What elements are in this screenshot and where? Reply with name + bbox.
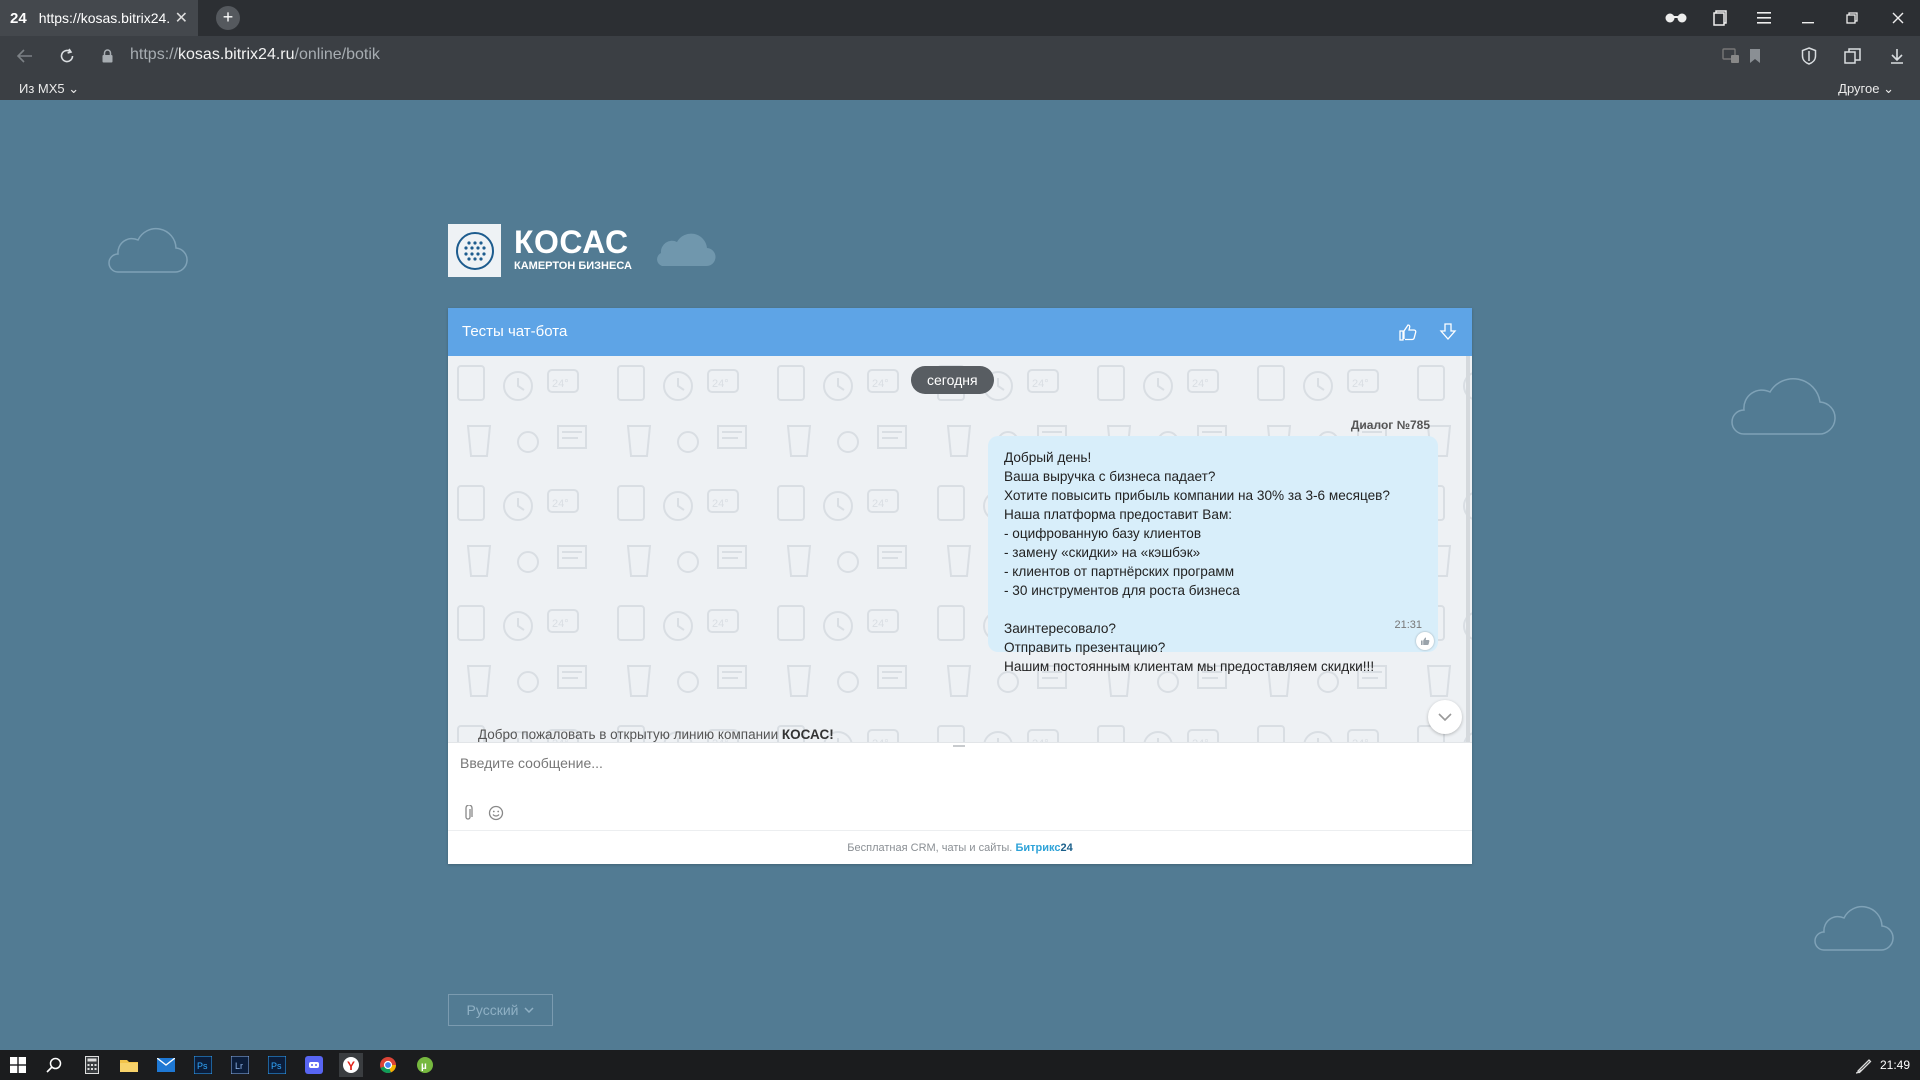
restore-icon[interactable] — [1830, 0, 1874, 36]
file-explorer-icon[interactable] — [117, 1053, 141, 1077]
footer-text: Бесплатная CRM, чаты и сайты. — [847, 842, 1013, 854]
address-bar: https://kosas.bitrix24.ru/online/botik — [0, 36, 1920, 76]
search-icon[interactable] — [42, 1053, 66, 1077]
like-reaction-icon[interactable] — [1416, 632, 1434, 650]
pen-icon[interactable] — [1852, 1053, 1876, 1077]
message-composer — [448, 742, 1472, 830]
chevron-down-icon: ⌄ — [1883, 81, 1894, 96]
reload-icon[interactable] — [54, 44, 80, 68]
resize-grip[interactable] — [953, 745, 965, 747]
lightroom-icon[interactable]: Lr — [228, 1053, 252, 1077]
message-bubble[interactable]: Добрый день! Ваша выручка с бизнеса падае… — [988, 436, 1438, 674]
scroll-down-button[interactable] — [1428, 700, 1462, 734]
browser-tab[interactable]: 24 https://kosas.bitrix24.ru/ ✕ — [0, 0, 198, 36]
chevron-down-icon: ⌄ — [68, 81, 80, 96]
cloud-filled-icon — [657, 233, 716, 267]
message-line: - 30 инструментов для роста бизнеса — [1004, 583, 1240, 598]
message-line: Заинтересовало? — [1004, 621, 1116, 636]
message-line: - замену «скидки» на «кэшбэк» — [1004, 545, 1201, 560]
minimize-icon[interactable] — [1786, 0, 1830, 36]
bookmark-folder-mx5[interactable]: Из МХ5 ⌄ — [19, 81, 79, 97]
svg-text:Y: Y — [347, 1059, 355, 1073]
cloud-outline-icon — [108, 227, 188, 273]
brand-name: КОСАС — [514, 224, 629, 260]
paperclip-icon[interactable] — [458, 803, 478, 823]
brand-tagline: КАМЕРТОН БИЗНЕСА — [514, 260, 632, 272]
thumbs-up-icon[interactable] — [1396, 320, 1420, 344]
message-line: - оцифрованную базу клиентов — [1004, 526, 1202, 541]
message-line: Хотите повысить прибыль компании на 30% … — [1004, 488, 1390, 503]
collections-icon[interactable] — [1840, 44, 1866, 68]
svg-text:Ps: Ps — [271, 1061, 282, 1071]
system-clock: 21:49 — [1879, 1058, 1910, 1072]
svg-text:µ: µ — [421, 1061, 427, 1072]
message-line: Наша платформа предоставит Вам: — [1004, 507, 1233, 522]
message-line: - клиентов от партнёрских программ — [1004, 564, 1235, 579]
message-time: 21:31 — [1394, 619, 1422, 631]
chevron-down-icon — [524, 1007, 534, 1013]
message-line: Отправить презентацию? — [1004, 640, 1166, 655]
dialog-number: Диалог №785 — [1350, 418, 1430, 432]
messages-scrollbar[interactable] — [1466, 356, 1470, 742]
chrome-icon[interactable] — [376, 1053, 400, 1077]
calculator-icon[interactable] — [80, 1053, 104, 1077]
tuning-fork-logo-icon — [455, 231, 494, 270]
message-line — [1004, 600, 1422, 619]
date-divider: сегодня — [911, 366, 994, 394]
protect-badge-icon[interactable] — [1718, 44, 1744, 68]
photoshop-alt-icon[interactable]: Ps — [265, 1053, 289, 1077]
bookmark-tabs-icon[interactable] — [1698, 0, 1742, 36]
new-tab-button[interactable]: + — [216, 6, 240, 30]
browser-tab-bar: 24 https://kosas.bitrix24.ru/ ✕ + — [0, 0, 1920, 36]
cloud-outline-icon — [1814, 905, 1894, 951]
message-line: Добрый день! — [1004, 450, 1092, 465]
lock-icon[interactable] — [94, 44, 120, 68]
bitrix24-link[interactable]: Битрикс24 — [1015, 842, 1072, 854]
language-select[interactable]: Русский — [448, 994, 553, 1026]
language-selected: Русский — [466, 1002, 519, 1018]
message-line: Ваша выручка с бизнеса падает? — [1004, 469, 1216, 484]
close-icon[interactable]: ✕ — [175, 8, 188, 28]
smiley-icon[interactable] — [486, 803, 506, 823]
yandex-browser-icon[interactable]: Y — [339, 1053, 363, 1077]
mail-icon[interactable] — [154, 1053, 178, 1077]
download-arrow-icon[interactable] — [1884, 44, 1910, 68]
cloud-outline-icon — [1731, 377, 1836, 435]
glasses-icon[interactable] — [1654, 0, 1698, 36]
bookmark-icon[interactable] — [1742, 44, 1768, 68]
utorrent-icon[interactable]: µ — [413, 1053, 437, 1077]
bookmark-folder-other[interactable]: Другое ⌄ — [1838, 81, 1894, 97]
chevron-down-icon — [1438, 713, 1452, 721]
svg-text:Lr: Lr — [235, 1061, 243, 1071]
chat-title: Тесты чат-бота — [462, 323, 568, 340]
widget-footer: Бесплатная CRM, чаты и сайты. Битрикс24 — [448, 830, 1472, 864]
svg-text:Ps: Ps — [197, 1061, 208, 1071]
welcome-message: Добро пожаловать в открытую линию компан… — [478, 727, 834, 742]
hamburger-icon[interactable] — [1742, 0, 1786, 36]
shield-icon[interactable] — [1796, 44, 1822, 68]
chat-messages-area[interactable]: 24° сегодня Диалог №785 Добрый день!Ваша… — [448, 356, 1472, 742]
windows-start-icon[interactable] — [6, 1053, 30, 1077]
message-text: Добрый день! Ваша выручка с бизнеса падае… — [1004, 448, 1422, 676]
url-field[interactable]: https://kosas.bitrix24.ru/online/botik — [130, 46, 380, 64]
message-line: Нашим постоянным клиентам мы предоставля… — [1004, 659, 1375, 674]
chat-header: Тесты чат-бота — [448, 308, 1472, 356]
os-taskbar: Ps Lr Ps Y µ 21:49 — [0, 1050, 1920, 1080]
back-arrow-icon[interactable] — [12, 44, 38, 68]
window-close-icon[interactable] — [1876, 0, 1920, 36]
photoshop-icon[interactable]: Ps — [191, 1053, 215, 1077]
download-icon[interactable] — [1436, 320, 1460, 344]
brand-logo — [448, 224, 501, 277]
discord-icon[interactable] — [302, 1053, 326, 1077]
bookmarks-bar: Из МХ5 ⌄ Другое ⌄ — [0, 76, 1920, 100]
tab-favicon: 24 — [10, 9, 27, 27]
chat-widget: Тесты чат-бота 24° — [448, 308, 1472, 864]
tab-title: https://kosas.bitrix24.ru/ — [38, 10, 169, 26]
message-input[interactable] — [460, 751, 1440, 775]
